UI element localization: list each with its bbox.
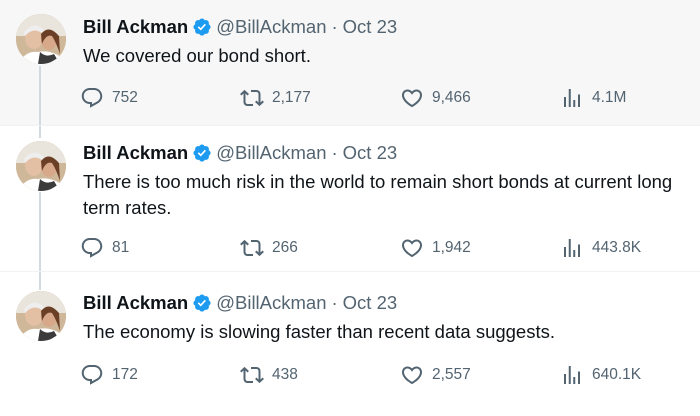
tweet-header: Bill Ackman @BillAckman · Oct 23 [83,291,397,315]
retweet-count: 2,177 [272,89,311,106]
heart-icon [401,239,423,258]
retweet-count: 266 [272,239,298,256]
tweet-text: We covered our bond short. [83,45,311,66]
like-button[interactable]: 1,942 [400,236,471,260]
tweet-text: The economy is slowing faster than recen… [83,321,556,342]
avatar[interactable] [16,141,66,191]
views-count: 443.8K [592,239,642,256]
author-handle[interactable]: @BillAckman [216,141,326,165]
tweet-date[interactable]: Oct 23 [343,141,398,165]
reply-button[interactable]: 752 [80,86,138,110]
retweet-count: 438 [272,366,298,383]
heart-icon [401,366,423,385]
heart-icon [401,89,423,108]
avatar[interactable] [16,291,66,341]
tweet[interactable]: Bill Ackman @BillAckman · Oct 23 There i… [0,126,700,272]
retweet-button[interactable]: 2,177 [240,86,311,110]
separator-dot: · [331,16,338,37]
tweet-header: Bill Ackman @BillAckman · Oct 23 [83,141,397,165]
retweet-button[interactable]: 438 [240,363,298,387]
views-icon [564,366,580,384]
like-button[interactable]: 9,466 [400,86,471,110]
like-count: 9,466 [432,89,471,106]
tweet-date[interactable]: Oct 23 [343,291,398,315]
views-button[interactable]: 4.1M [560,86,626,110]
avatar[interactable] [16,14,66,64]
views-button[interactable]: 443.8K [560,236,641,260]
verified-badge-icon [193,144,211,162]
reply-count: 81 [112,239,130,256]
retweet-button[interactable]: 266 [240,236,298,260]
author-name[interactable]: Bill Ackman [83,291,188,315]
tweet-date[interactable]: Oct 23 [343,15,398,39]
retweet-icon [240,89,264,107]
retweet-icon [240,239,264,257]
thread-line [39,126,41,138]
reply-icon [81,238,103,258]
thread-line [39,272,41,290]
like-count: 2,557 [432,366,471,383]
views-icon [564,239,580,257]
views-count: 4.1M [592,89,627,106]
reply-icon [81,88,103,108]
author-name[interactable]: Bill Ackman [83,15,188,39]
views-button[interactable]: 640.1K [560,363,641,387]
verified-badge-icon [193,294,211,312]
author-name[interactable]: Bill Ackman [83,141,188,165]
like-count: 1,942 [432,239,471,256]
thread-line [39,192,41,272]
reply-count: 752 [112,89,138,106]
tweet-text: There is too much risk in the world to r… [83,171,673,218]
tweet-actions: 752 2,177 9,466 4.1M [80,86,660,110]
separator-dot: · [331,292,338,313]
separator-dot: · [331,142,338,163]
tweet-header: Bill Ackman @BillAckman · Oct 23 [83,15,397,39]
views-icon [564,89,580,107]
reply-icon [81,365,103,385]
verified-badge-icon [193,18,211,36]
reply-button[interactable]: 81 [80,236,129,260]
views-count: 640.1K [592,366,642,383]
reply-button[interactable]: 172 [80,363,138,387]
retweet-icon [240,366,264,384]
like-button[interactable]: 2,557 [400,363,471,387]
tweet-actions: 172 438 2,557 640.1K [80,363,660,387]
reply-count: 172 [112,366,138,383]
author-handle[interactable]: @BillAckman [216,15,326,39]
tweet[interactable]: Bill Ackman @BillAckman · Oct 23 We cove… [0,0,700,126]
thread-line [39,66,41,126]
tweet-actions: 81 266 1,942 443.8K [80,236,660,260]
author-handle[interactable]: @BillAckman [216,291,326,315]
tweet[interactable]: Bill Ackman @BillAckman · Oct 23 The eco… [0,272,700,402]
